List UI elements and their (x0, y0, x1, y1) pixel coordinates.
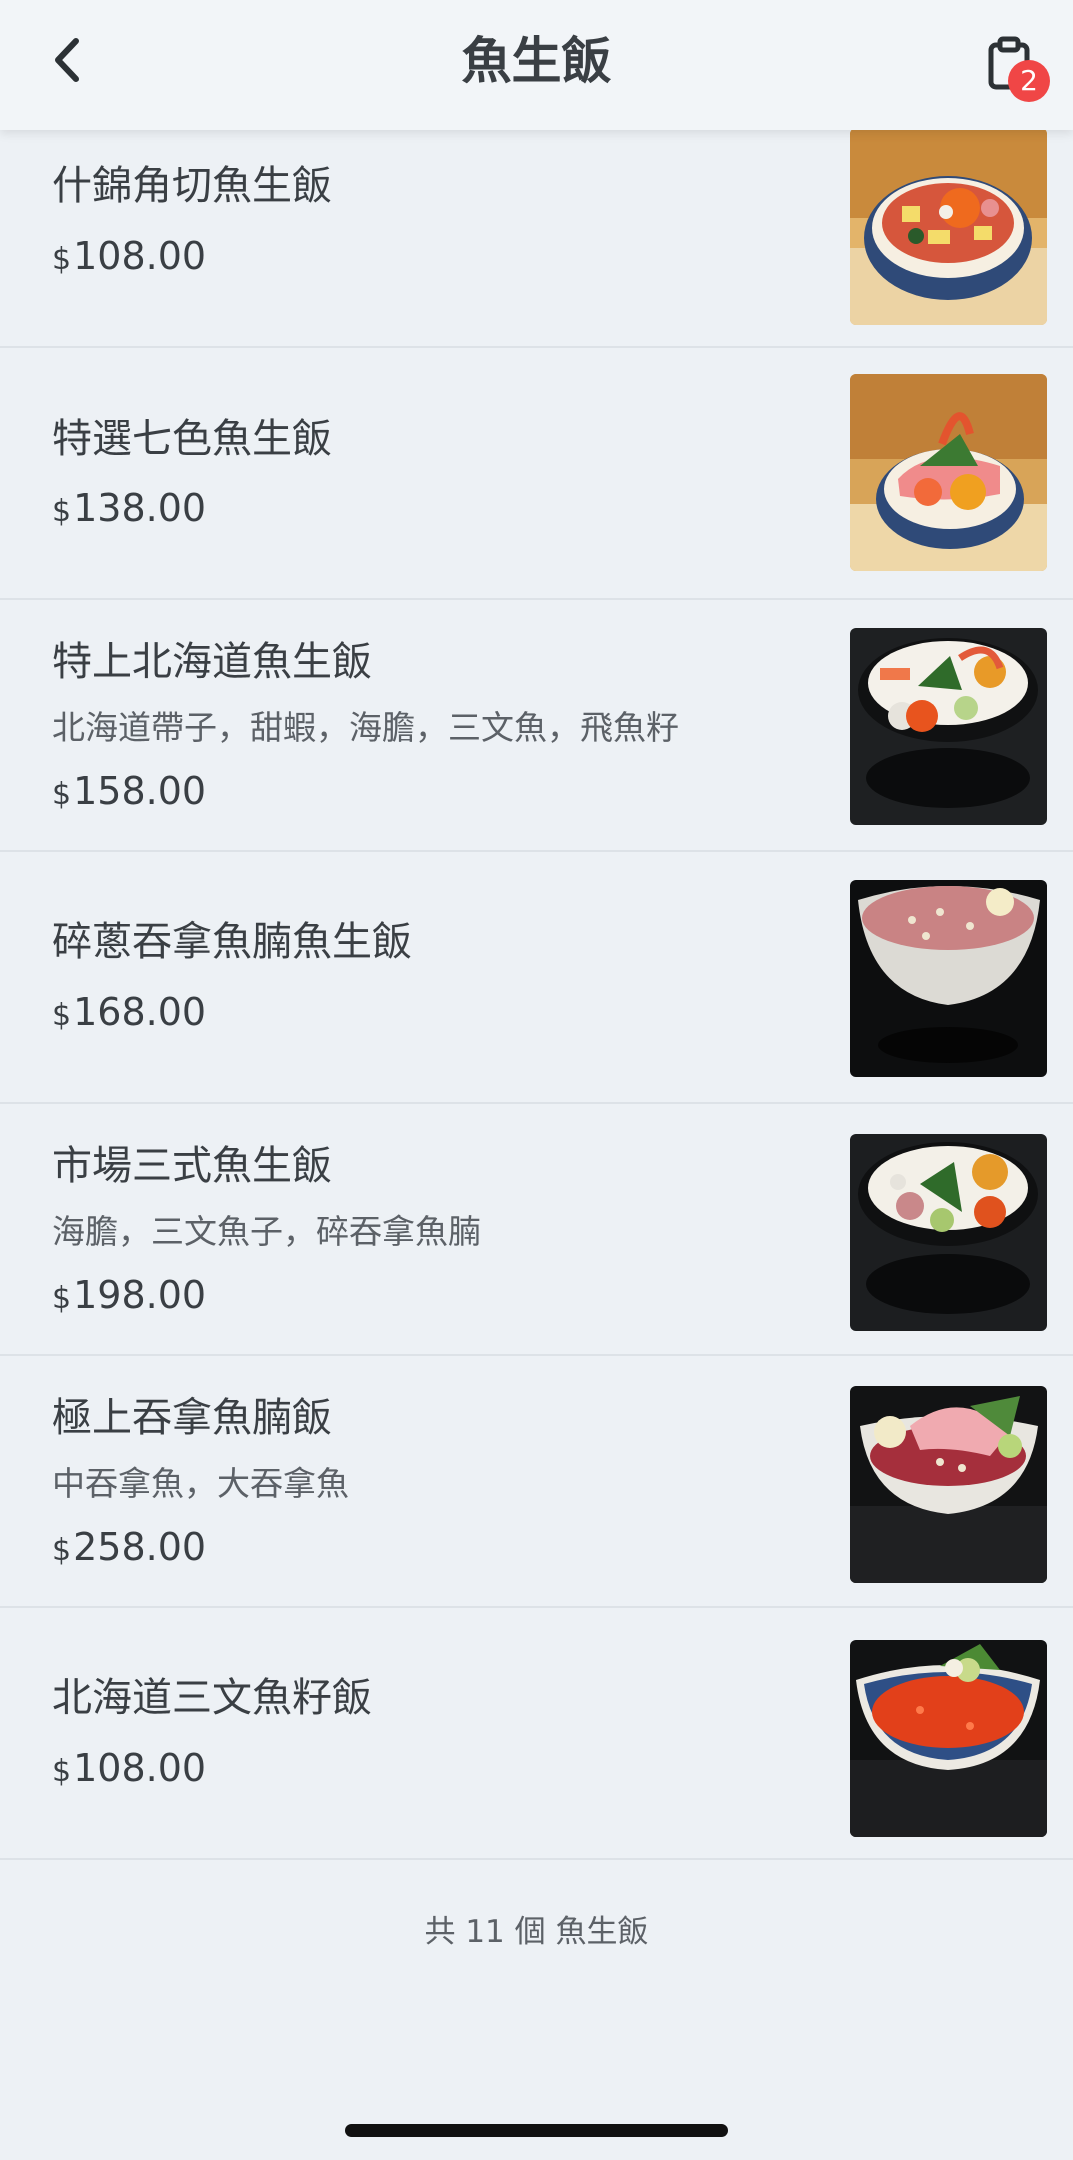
item-description: 海膽，三文魚子，碎吞拿魚腩 (52, 1212, 481, 1251)
list-item[interactable]: 極上吞拿魚腩飯 中吞拿魚，大吞拿魚 $258.00 (0, 1356, 1073, 1608)
item-name: 碎蔥吞拿魚腩魚生飯 (52, 919, 412, 965)
item-price-value: 198.00 (73, 1273, 207, 1317)
currency-symbol: $ (52, 1533, 72, 1568)
item-name: 什錦角切魚生飯 (52, 163, 332, 209)
list-item[interactable]: 什錦角切魚生飯 $108.00 (0, 96, 1073, 348)
item-price: $158.00 (52, 766, 206, 820)
item-image[interactable] (850, 880, 1047, 1077)
item-price-value: 108.00 (73, 234, 207, 278)
item-description: 北海道帶子，甜蝦，海膽，三文魚，飛魚籽 (52, 708, 679, 747)
item-description: 中吞拿魚，大吞拿魚 (52, 1464, 349, 1503)
item-price: $168.00 (52, 987, 206, 1041)
item-name: 市場三式魚生飯 (52, 1143, 332, 1189)
item-image[interactable] (850, 628, 1047, 825)
currency-symbol: $ (52, 494, 72, 529)
item-price: $258.00 (52, 1522, 206, 1576)
cart-button[interactable]: 2 (976, 30, 1050, 102)
item-name: 特選七色魚生飯 (52, 416, 332, 462)
item-price-value: 258.00 (73, 1525, 207, 1569)
list-item[interactable]: 市場三式魚生飯 海膽，三文魚子，碎吞拿魚腩 $198.00 (0, 1104, 1073, 1356)
list-item[interactable]: 特上北海道魚生飯 北海道帶子，甜蝦，海膽，三文魚，飛魚籽 $158.00 (0, 600, 1073, 852)
page-title: 魚生飯 (461, 32, 612, 90)
item-price-value: 168.00 (73, 990, 207, 1034)
items-count-text: 共 11 個 魚生飯 (424, 1914, 649, 1950)
home-indicator (345, 2124, 728, 2137)
list-item[interactable]: 碎蔥吞拿魚腩魚生飯 $168.00 (0, 852, 1073, 1104)
currency-symbol: $ (52, 777, 72, 812)
cart-count-badge: 2 (1008, 60, 1050, 102)
item-image[interactable] (850, 1386, 1047, 1583)
item-price: $138.00 (52, 483, 206, 537)
item-name: 特上北海道魚生飯 (52, 639, 372, 685)
list-item[interactable]: 特選七色魚生飯 $138.00 (0, 348, 1073, 600)
item-name: 北海道三文魚籽飯 (52, 1675, 372, 1721)
list-item[interactable]: 北海道三文魚籽飯 $108.00 (0, 1608, 1073, 1860)
item-price-value: 108.00 (73, 1746, 207, 1790)
item-price-value: 138.00 (73, 486, 207, 530)
item-price: $198.00 (52, 1270, 206, 1324)
currency-symbol: $ (52, 1754, 72, 1789)
item-image[interactable] (850, 1640, 1047, 1837)
item-image[interactable] (850, 1134, 1047, 1331)
app-header: 魚生飯 2 (0, 0, 1073, 130)
item-image[interactable] (850, 128, 1047, 325)
item-price: $108.00 (52, 1743, 206, 1797)
item-name: 極上吞拿魚腩飯 (52, 1395, 332, 1441)
item-price: $108.00 (52, 231, 206, 285)
currency-symbol: $ (52, 242, 72, 277)
currency-symbol: $ (52, 998, 72, 1033)
currency-symbol: $ (52, 1281, 72, 1316)
item-image[interactable] (850, 374, 1047, 571)
item-price-value: 158.00 (73, 769, 207, 813)
